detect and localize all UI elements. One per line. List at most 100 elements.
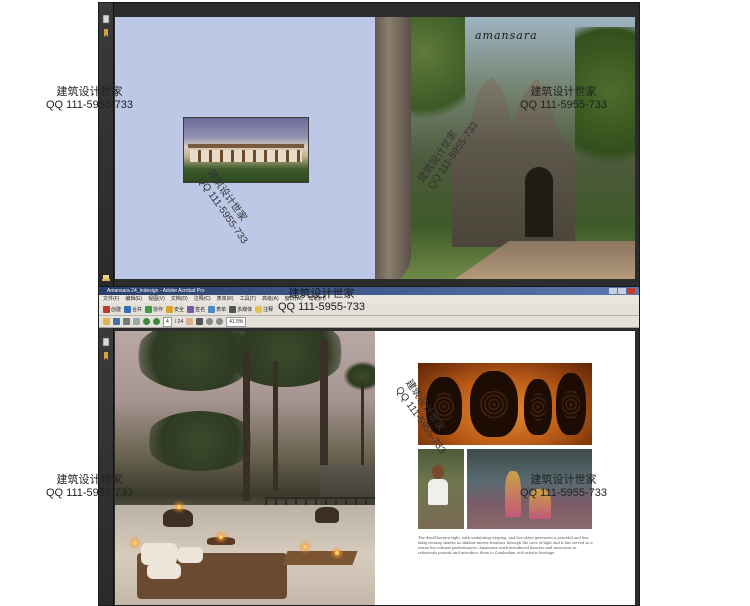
- cushion: [141, 543, 177, 565]
- angkor-temple-photo: amansara: [375, 17, 635, 279]
- dancer: [505, 471, 521, 517]
- cursor-icon: [196, 318, 204, 325]
- bottom-acrobat-window: Amansara 24_Indesign - Adobe Acrobat Pro…: [98, 286, 640, 606]
- temple-doorway: [525, 167, 553, 237]
- zoom-out-button[interactable]: [206, 318, 214, 326]
- menu-forms[interactable]: 表单(R): [217, 295, 234, 303]
- candle: [177, 505, 181, 509]
- candle: [335, 551, 339, 555]
- watermark: 建筑设计世家 QQ 111-5955-733: [46, 86, 134, 111]
- print-button[interactable]: [123, 318, 130, 326]
- menu-bar: 文件(F) 编辑(E) 视图(V) 文档(D) 注释(C) 表单(R) 工具(T…: [99, 295, 639, 303]
- zoom-field[interactable]: 41.5%: [226, 316, 247, 327]
- close-button[interactable]: [627, 288, 635, 294]
- cushion: [147, 563, 181, 579]
- create-pdf-icon: [103, 305, 110, 313]
- window-title: Amansara 24_Indesign - Adobe Acrobat Pro: [107, 288, 205, 294]
- collaborate-icon: [145, 305, 153, 313]
- lock-icon: [166, 305, 174, 313]
- navigation-toolbar: 4 / 24 41.5%: [99, 316, 639, 328]
- email-button[interactable]: [133, 318, 140, 326]
- menu-comments[interactable]: 注释(C): [194, 295, 211, 303]
- menu-edit[interactable]: 编辑(E): [125, 295, 142, 303]
- tree-canopy: [145, 411, 255, 471]
- comment-button[interactable]: 注释: [255, 305, 273, 313]
- navigation-panel-strip: [99, 3, 114, 287]
- page-number-field[interactable]: 4: [163, 316, 172, 327]
- menu-file[interactable]: 文件(F): [103, 295, 119, 303]
- tasks-toolbar: 创建 合并 协作 安全 签名 表单 多媒体 注释: [99, 303, 639, 316]
- hand-tool-button[interactable]: [186, 318, 194, 326]
- menu-document[interactable]: 文档(D): [171, 295, 188, 303]
- bottom-page-spread: The dwell-lantern-light, with undulating…: [115, 331, 635, 605]
- watermark: 建筑设计世家 QQ 111-5955-733: [520, 474, 608, 499]
- watermark: 建筑设计世家 QQ 111-5955-733: [278, 288, 366, 313]
- arrow-up-icon: [143, 318, 150, 325]
- zoom-in-button[interactable]: [216, 318, 224, 326]
- sign-button[interactable]: 签名: [187, 305, 205, 313]
- pages-panel-icon[interactable]: [101, 11, 111, 24]
- resort-building-photo: [183, 117, 309, 183]
- watermark: 建筑设计世家 QQ 111-5955-733: [520, 86, 608, 111]
- watermark: 建筑设计世家 QQ 111-5955-733: [46, 474, 134, 499]
- menu-tools[interactable]: 工具(T): [240, 295, 256, 303]
- forms-icon: [208, 305, 216, 313]
- minimize-button[interactable]: [609, 288, 617, 294]
- comment-icon: [255, 305, 263, 313]
- puppet: [556, 373, 586, 435]
- open-button[interactable]: [103, 318, 110, 326]
- forms-button[interactable]: 表单: [208, 305, 226, 313]
- envelope-icon: [133, 318, 140, 325]
- plant-pot: [315, 507, 339, 523]
- menu-view[interactable]: 视图(V): [148, 295, 165, 303]
- palm-tree: [343, 361, 375, 391]
- terrace-evening-photo: [115, 331, 375, 605]
- zoom-out-icon: [206, 318, 214, 325]
- roofline: [188, 144, 304, 148]
- musician-photo: [418, 449, 464, 529]
- window-titlebar: Amansara 24_Indesign - Adobe Acrobat Pro: [99, 287, 639, 295]
- tree-trunk: [243, 351, 250, 501]
- coffee-table: [282, 551, 358, 565]
- bookmarks-panel-icon[interactable]: [101, 25, 111, 37]
- next-page-button[interactable]: [153, 318, 160, 326]
- combine-button[interactable]: 合并: [124, 305, 142, 313]
- puppet: [470, 371, 518, 437]
- combine-icon: [124, 305, 132, 313]
- candle: [133, 541, 137, 545]
- navigation-panel-strip: [99, 328, 114, 605]
- page-count: / 24: [174, 318, 184, 325]
- tree-trunk: [375, 17, 411, 279]
- top-page-spread: amansara: [115, 17, 635, 279]
- maximize-button[interactable]: [618, 288, 626, 294]
- save-button[interactable]: [113, 318, 120, 326]
- secure-button[interactable]: 安全: [166, 305, 184, 313]
- colonnade: [190, 150, 302, 162]
- pages-panel-icon[interactable]: [101, 334, 111, 347]
- folder-icon: [103, 318, 110, 325]
- attachments-panel-icon[interactable]: [101, 269, 111, 281]
- zoom-in-icon: [216, 318, 224, 325]
- pen-icon: [187, 305, 195, 313]
- select-tool-button[interactable]: [196, 318, 204, 326]
- culture-page: The dwell-lantern-light, with undulating…: [375, 331, 635, 605]
- bookmarks-panel-icon[interactable]: [101, 348, 111, 360]
- candle: [303, 545, 307, 549]
- arrow-down-icon: [153, 318, 160, 325]
- window-controls: [609, 288, 635, 294]
- tree-trunk: [273, 361, 278, 491]
- puppet: [524, 379, 552, 435]
- print-icon: [123, 318, 130, 325]
- menu-advanced[interactable]: 高级(A): [262, 295, 279, 303]
- collaborate-button[interactable]: 协作: [145, 305, 163, 313]
- cushion: [177, 547, 203, 563]
- create-button[interactable]: 创建: [103, 305, 121, 313]
- multimedia-button[interactable]: 多媒体: [229, 305, 252, 313]
- save-icon: [113, 318, 120, 325]
- film-icon: [229, 305, 237, 313]
- hand-icon: [186, 318, 194, 325]
- brand-logo: amansara: [475, 29, 538, 42]
- lounge-sofa: [137, 543, 287, 599]
- top-document-window: amansara: [98, 2, 640, 288]
- previous-page-button[interactable]: [143, 318, 150, 326]
